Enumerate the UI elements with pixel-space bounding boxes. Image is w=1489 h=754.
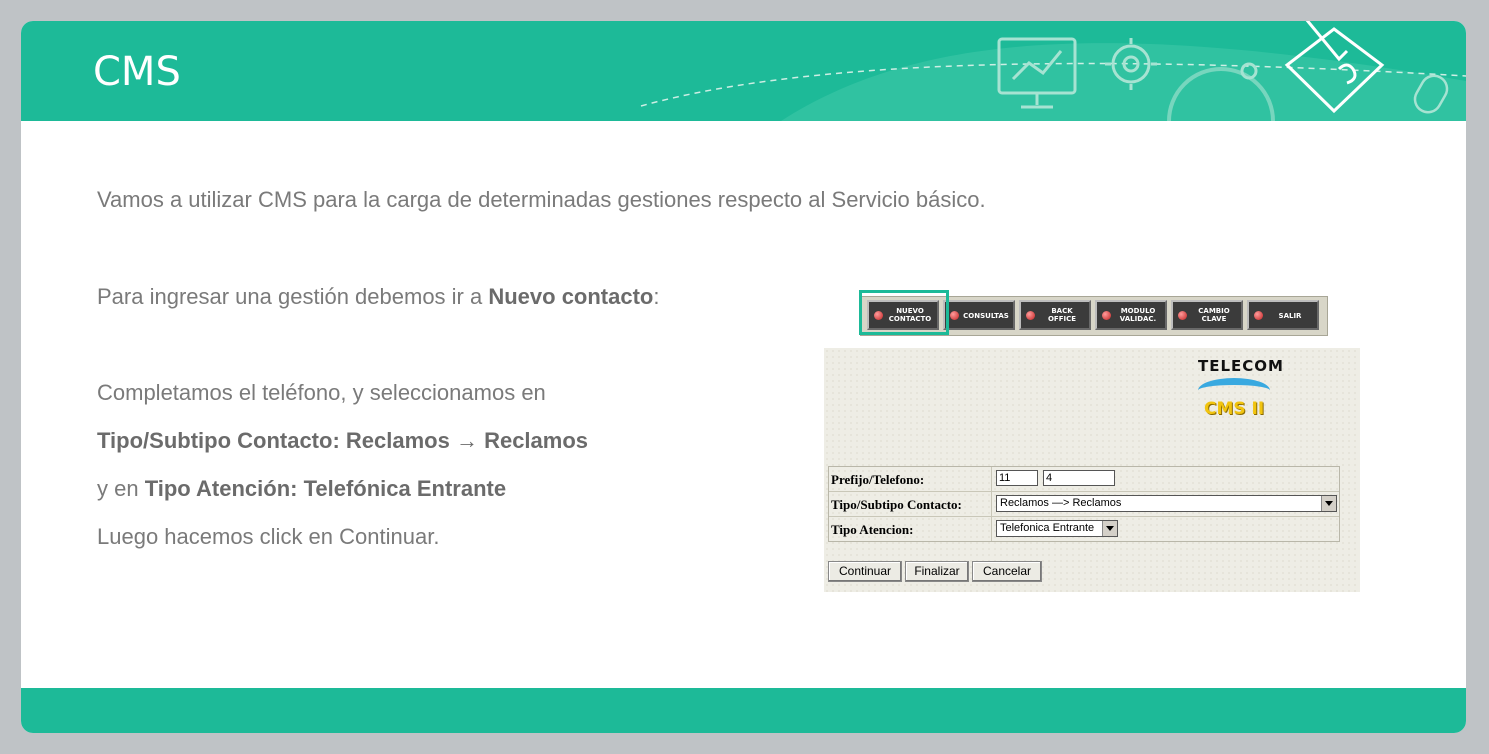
instruction-line-tipo-atencion: y en Tipo Atención: Telefónica Entrante bbox=[97, 476, 506, 502]
cambio-clave-label-line1: CAMBIO bbox=[1198, 307, 1230, 315]
telecom-brand: TELECOM bbox=[1198, 357, 1284, 375]
instruction-bold-nuevo-contacto: Nuevo contacto bbox=[488, 284, 654, 309]
instruction-prefix: Para ingresar una gestión debemos ir a bbox=[97, 284, 489, 309]
red-led-icon bbox=[1026, 311, 1035, 320]
finalizar-button[interactable]: Finalizar bbox=[905, 561, 969, 582]
instruction-line-tipo-subtipo: Tipo/Subtipo Contacto: Reclamos → Reclam… bbox=[97, 428, 588, 454]
prefix-input[interactable]: 11 bbox=[996, 470, 1038, 486]
consultas-button[interactable]: CONSULTAS bbox=[943, 300, 1015, 330]
header-bar: CMS bbox=[21, 21, 1466, 121]
nuevo-contacto-highlight bbox=[859, 290, 949, 335]
back-office-label-line1: BACK bbox=[1051, 307, 1073, 315]
instruction-bold-reclamos: Reclamos bbox=[477, 428, 589, 453]
slide: CMS Vamos a utilizar CMS para la carga d… bbox=[21, 21, 1466, 733]
footer-bar bbox=[21, 688, 1466, 733]
red-led-icon bbox=[1254, 311, 1263, 320]
tipo-subtipo-value: Reclamos —> Reclamos bbox=[1000, 497, 1122, 509]
continuar-button[interactable]: Continuar bbox=[828, 561, 902, 582]
type-row-divider bbox=[991, 492, 992, 516]
arrow-right-icon: → bbox=[455, 428, 478, 453]
red-led-icon bbox=[1178, 311, 1187, 320]
cambio-clave-label-line2: CLAVE bbox=[1201, 315, 1227, 323]
instruction-line-nuevo-contacto: Para ingresar una gestión debemos ir a N… bbox=[97, 284, 660, 310]
cms-form-panel: TELECOM CMS II Prefijo/Telefono: 11 4 Ti… bbox=[824, 348, 1360, 592]
tipo-atencion-select[interactable]: Telefonica Entrante bbox=[996, 520, 1118, 537]
type-row: Tipo/Subtipo Contacto: Reclamos —> Recla… bbox=[829, 492, 1339, 517]
red-led-icon bbox=[1102, 311, 1111, 320]
consultas-label: CONSULTAS bbox=[963, 312, 1009, 320]
cambio-clave-button[interactable]: CAMBIO CLAVE bbox=[1171, 300, 1243, 330]
tipo-subtipo-select[interactable]: Reclamos —> Reclamos bbox=[996, 495, 1337, 512]
modulo-validac-label-line2: VALIDAC. bbox=[1119, 315, 1157, 323]
page-title: CMS bbox=[93, 49, 181, 95]
instruction-line-continuar: Luego hacemos click en Continuar. bbox=[97, 524, 440, 549]
back-office-label: BACK OFFICE bbox=[1037, 307, 1087, 323]
phone-label: Prefijo/Telefono: bbox=[831, 472, 925, 487]
intro-text: Vamos a utilizar CMS para la carga de de… bbox=[97, 187, 986, 212]
type-label: Tipo/Subtipo Contacto: bbox=[831, 497, 962, 512]
red-led-icon bbox=[950, 311, 959, 320]
chevron-down-icon[interactable] bbox=[1321, 496, 1336, 511]
back-office-label-line2: OFFICE bbox=[1047, 315, 1077, 323]
phone-row-divider bbox=[991, 467, 992, 491]
cambio-clave-label: CAMBIO CLAVE bbox=[1189, 307, 1239, 323]
attention-label: Tipo Atencion: bbox=[831, 522, 914, 537]
phone-row: Prefijo/Telefono: 11 4 bbox=[829, 467, 1339, 492]
instruction-prefix-y-en: y en bbox=[97, 476, 145, 501]
chevron-down-icon[interactable] bbox=[1102, 521, 1117, 536]
back-office-button[interactable]: BACK OFFICE bbox=[1019, 300, 1091, 330]
cancelar-button[interactable]: Cancelar bbox=[972, 561, 1042, 582]
salir-label: SALIR bbox=[1278, 312, 1302, 320]
instruction-suffix: : bbox=[653, 284, 660, 309]
attention-row: Tipo Atencion: Telefonica Entrante bbox=[829, 517, 1339, 541]
instruction-bold-tipo-atencion: Tipo Atención: Telefónica Entrante bbox=[144, 476, 507, 501]
cms-logo: CMS II bbox=[1204, 399, 1265, 419]
instruction-line-complete: Completamos el teléfono, y seleccionamos… bbox=[97, 380, 546, 405]
tipo-atencion-value: Telefonica Entrante bbox=[1000, 522, 1095, 534]
salir-button[interactable]: SALIR bbox=[1247, 300, 1319, 330]
modulo-validac-label: MODULO VALIDAC. bbox=[1113, 307, 1163, 323]
contact-form: Prefijo/Telefono: 11 4 Tipo/Subtipo Cont… bbox=[828, 466, 1340, 542]
modulo-validac-button[interactable]: MODULO VALIDAC. bbox=[1095, 300, 1167, 330]
attention-row-divider bbox=[991, 517, 992, 541]
modulo-validac-label-line1: MODULO bbox=[1120, 307, 1156, 315]
phone-input[interactable]: 4 bbox=[1043, 470, 1115, 486]
instruction-bold-tipo-subtipo: Tipo/Subtipo Contacto: Reclamos bbox=[97, 428, 456, 453]
header-decoration bbox=[640, 21, 1466, 121]
